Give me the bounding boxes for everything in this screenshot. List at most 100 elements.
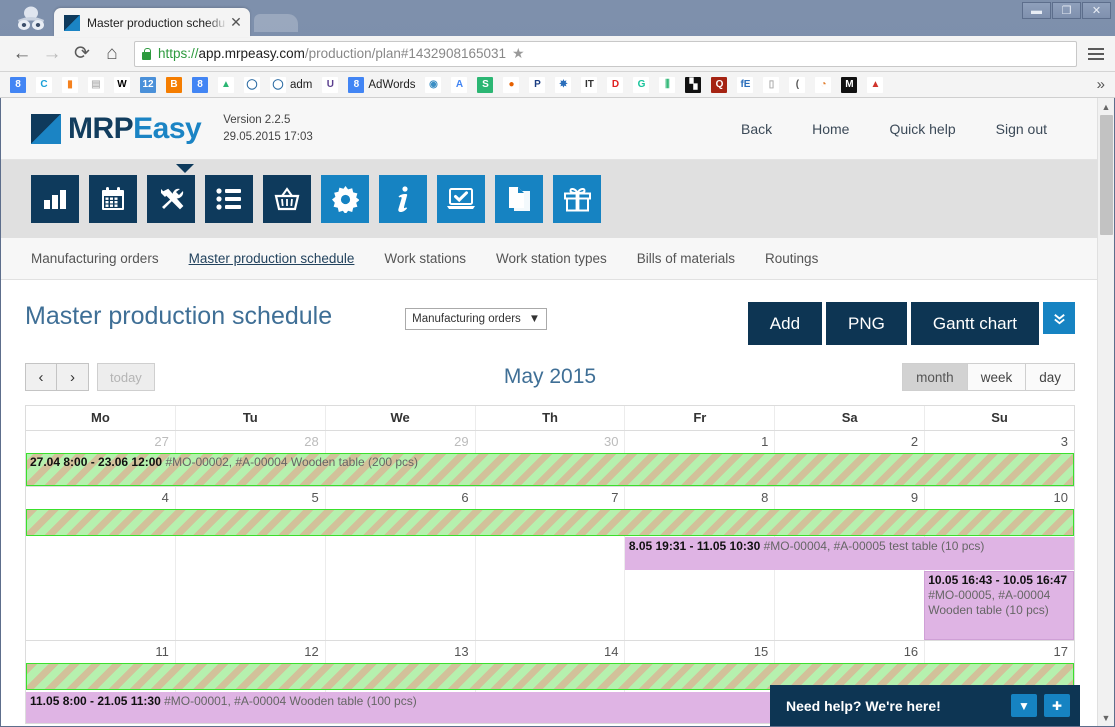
scroll-down-icon[interactable]: ▼ [1102, 709, 1111, 726]
calendar-event-mo-00002-continued[interactable] [26, 509, 1074, 536]
blogger-bookmark[interactable]: B [163, 76, 185, 94]
day-number[interactable]: 14 [474, 641, 625, 663]
chart-bookmark[interactable]: ⫼ [656, 76, 678, 94]
day-number[interactable]: 28 [174, 431, 325, 453]
dashboard-icon[interactable] [31, 175, 79, 223]
day-number[interactable]: 6 [324, 487, 475, 509]
page-scrollbar[interactable]: ▲ ▼ [1097, 98, 1114, 726]
bookmark-star-icon[interactable]: ★ [512, 45, 525, 62]
crm-icon[interactable] [437, 175, 485, 223]
chrome-bookmark[interactable]: C [33, 76, 55, 94]
day-number[interactable]: 16 [774, 641, 924, 663]
procurement-icon[interactable] [263, 175, 311, 223]
calendar-event-mo-00004[interactable]: 8.05 19:31 - 11.05 10:30 #MO-00004, #A-0… [624, 537, 1074, 570]
firefox-bookmark[interactable]: ● [500, 76, 522, 94]
calendar-event-mo-00005[interactable]: 10.05 16:43 - 10.05 16:47 #MO-00005, #A-… [924, 571, 1074, 640]
support-chat-widget[interactable]: Need help? We're here! ▼ ✚ [770, 685, 1080, 726]
minimize-button[interactable]: ▬ [1022, 2, 1051, 19]
day-number[interactable]: 5 [174, 487, 325, 509]
back-icon[interactable]: ← [8, 40, 36, 68]
view-day[interactable]: day [1026, 363, 1075, 391]
home-link[interactable]: Home [812, 121, 849, 137]
gift-icon[interactable] [553, 175, 601, 223]
subnav-bills-of-materials[interactable]: Bills of materials [637, 251, 735, 266]
day-number[interactable]: 8 [624, 487, 774, 509]
rocket-bookmark[interactable]: ▲ [864, 76, 886, 94]
production-icon[interactable] [147, 175, 195, 223]
info-icon[interactable] [379, 175, 427, 223]
flag-bookmark[interactable]: ▚ [682, 76, 704, 94]
fe-bookmark[interactable]: fE [734, 76, 756, 94]
reload-icon[interactable]: ⟳ [68, 40, 96, 68]
browser-tab[interactable]: Master production schedu ✕ [54, 8, 250, 37]
next-month-button[interactable]: › [57, 363, 89, 391]
chat-minimize-icon[interactable]: ▼ [1011, 694, 1037, 717]
analytics-bookmark[interactable]: ▮ [59, 76, 81, 94]
gantt-chart-button[interactable]: Gantt chart [910, 302, 1039, 345]
google-plus-bookmark[interactable]: 8 [7, 76, 29, 94]
drive-bookmark[interactable]: ▲ [215, 76, 237, 94]
sign-out-link[interactable]: Sign out [996, 121, 1047, 137]
back-link[interactable]: Back [741, 121, 772, 137]
mail-bookmark[interactable]: M [838, 76, 860, 94]
png-button[interactable]: PNG [826, 302, 907, 345]
translate-bookmark[interactable]: A [448, 76, 470, 94]
subnav-routings[interactable]: Routings [765, 251, 818, 266]
close-window-button[interactable]: ✕ [1082, 2, 1111, 19]
day-number[interactable]: 30 [474, 431, 625, 453]
itbt-bookmark[interactable]: IT [578, 76, 600, 94]
day-number[interactable]: 29 [324, 431, 475, 453]
view-week[interactable]: week [967, 363, 1027, 391]
page-bookmark[interactable]: ▯ [760, 76, 782, 94]
view-month[interactable]: month [902, 363, 968, 391]
day-number[interactable]: 12 [174, 641, 325, 663]
add-button[interactable]: Add [747, 302, 823, 345]
calendar-bookmark[interactable]: 12 [137, 76, 159, 94]
doc-bookmark[interactable]: ▤ [85, 76, 107, 94]
adm-bookmark[interactable]: ◯ adm [267, 76, 315, 94]
chat-bookmark[interactable]: ◯ [241, 76, 263, 94]
documents-icon[interactable] [495, 175, 543, 223]
asterisk-bookmark[interactable]: ✸ [552, 76, 574, 94]
calendar-icon[interactable] [89, 175, 137, 223]
new-tab-button[interactable] [254, 14, 298, 32]
calendar-event-mo-00002[interactable]: 27.04 8:00 - 23.06 12:00 #MO-00002, #A-0… [26, 453, 1074, 486]
bracket-bookmark[interactable]: ( [786, 76, 808, 94]
address-bar[interactable]: https://app.mrpeasy.com/production/plan#… [134, 40, 1077, 67]
settings-icon[interactable] [321, 175, 369, 223]
prev-month-button[interactable]: ‹ [25, 363, 57, 391]
quick-help-link[interactable]: Quick help [889, 121, 955, 137]
bookmarks-overflow-icon[interactable]: » [1097, 76, 1108, 93]
day-number[interactable]: 1 [624, 431, 774, 453]
q-bookmark[interactable]: Q [708, 76, 730, 94]
day-number[interactable]: 10 [924, 487, 1074, 509]
forward-icon[interactable]: → [38, 40, 66, 68]
day-number[interactable]: 7 [474, 487, 625, 509]
adwords-bookmark[interactable]: 8 AdWords [345, 76, 418, 94]
subnav-work-station-types[interactable]: Work station types [496, 251, 607, 266]
paypal-bookmark[interactable]: P [526, 76, 548, 94]
d-bookmark[interactable]: D [604, 76, 626, 94]
day-number[interactable]: 11 [26, 641, 175, 663]
maximize-button[interactable]: ❐ [1052, 2, 1081, 19]
chat-expand-icon[interactable]: ✚ [1044, 694, 1070, 717]
subnav-master-production-schedule[interactable]: Master production schedule [189, 251, 355, 266]
day-number[interactable]: 4 [26, 487, 175, 509]
day-number[interactable]: 15 [624, 641, 774, 663]
entity-select[interactable]: Manufacturing orders ▼ [405, 308, 548, 330]
home-icon[interactable]: ⌂ [98, 40, 126, 68]
subnav-work-stations[interactable]: Work stations [384, 251, 466, 266]
day-number[interactable]: 9 [774, 487, 924, 509]
chrome-menu-icon[interactable] [1085, 47, 1107, 60]
day-number[interactable]: 17 [924, 641, 1074, 663]
scrollbar-thumb[interactable] [1099, 115, 1113, 235]
today-button[interactable]: today [97, 363, 155, 391]
day-number[interactable]: 3 [924, 431, 1074, 453]
day-number[interactable]: 13 [324, 641, 475, 663]
subnav-manufacturing-orders[interactable]: Manufacturing orders [31, 251, 159, 266]
sheets-bookmark[interactable]: S [474, 76, 496, 94]
close-tab-icon[interactable]: ✕ [228, 14, 244, 31]
google-bookmark[interactable]: 8 [189, 76, 211, 94]
wikipedia-bookmark[interactable]: W [111, 76, 133, 94]
pie-bookmark[interactable]: ◔ [812, 76, 834, 94]
